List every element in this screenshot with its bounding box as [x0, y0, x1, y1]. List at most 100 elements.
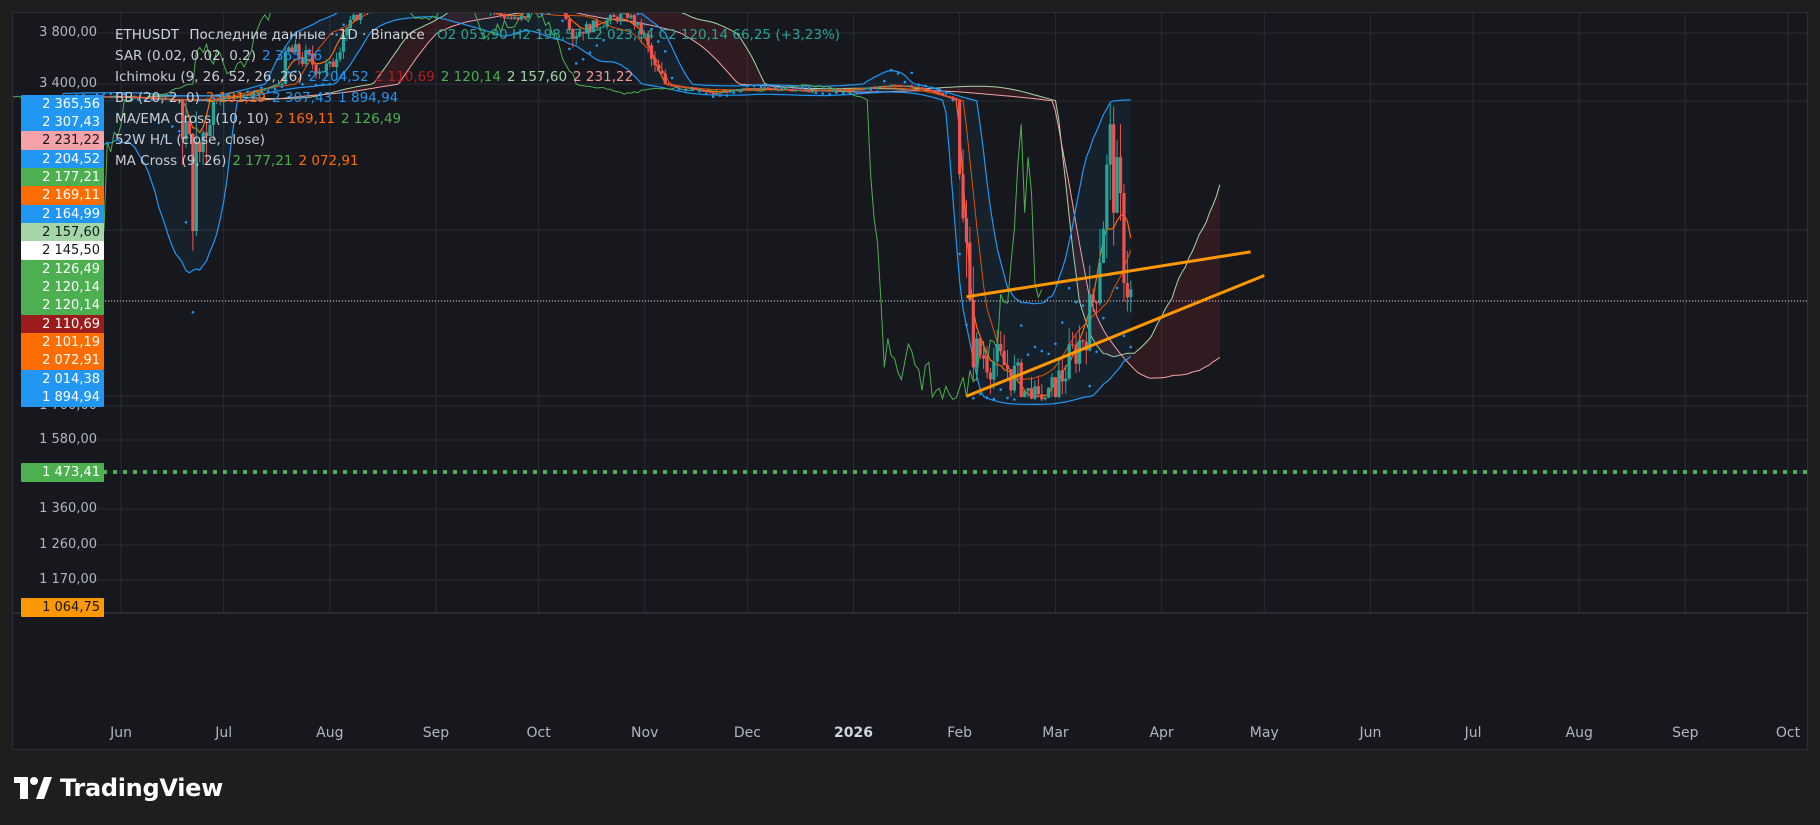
candle-body [564, 13, 568, 20]
sar-dot [876, 90, 879, 93]
price-tag: 2 365,56 [21, 95, 104, 114]
sar-dot [1013, 398, 1016, 401]
legend-indicator-value: 2 169,11 [274, 111, 336, 127]
legend-indicator-name: MA/EMA Cross (10, 10) [115, 111, 269, 127]
time-axis-label: Aug [1565, 725, 1593, 741]
candle-body [944, 95, 948, 97]
candle-body [961, 174, 965, 219]
sar-dot [896, 72, 900, 75]
candle-body [629, 15, 633, 18]
legend-row[interactable]: MA/EMA Cross (10, 10) 2 169,11 2 126,49 [115, 109, 840, 130]
sar-dot [191, 310, 195, 314]
legend-indicator-value: 2 110,69 [374, 69, 435, 85]
legend-indicator-name: MA Cross (9, 26) [115, 153, 227, 169]
candle-body [626, 13, 630, 18]
sar-dot [1026, 353, 1030, 356]
price-tag: 2 307,43 [21, 113, 104, 132]
sar-dot [1088, 384, 1092, 388]
price-tag: 2 120,14 [21, 278, 104, 297]
legend-row[interactable]: Ichimoku (9, 26, 52, 26, 26) 2 204,52 2 11… [115, 67, 840, 88]
candle-body [906, 85, 910, 87]
candle-body [875, 87, 880, 89]
candle-body [927, 89, 931, 91]
legend-indicator-value: 2 365,56 [262, 48, 323, 64]
price-axis-label: 1 170,00 [39, 572, 97, 587]
time-axis-label: Jun [1359, 725, 1382, 741]
candle-body [988, 372, 993, 380]
price-axis-label: 3 800,00 [39, 25, 97, 40]
candle-body [513, 17, 517, 19]
candle-body [1047, 387, 1051, 398]
legend-row[interactable]: SAR (0.02, 0.02, 0.2) 2 365,56 [115, 46, 840, 67]
price-tag: 2 101,19 [21, 333, 104, 352]
sar-dot [1074, 300, 1078, 304]
candle-body [1115, 157, 1119, 213]
candle-body [612, 15, 616, 17]
candle-body [845, 90, 849, 92]
legend-row[interactable]: BB (20, 2, 0) 2 101,19 2 307,43 1 894,94 [115, 88, 840, 109]
legend-row[interactable]: MA Cross (9, 26) 2 177,21 2 072,91 [115, 151, 840, 172]
candle-body [978, 338, 982, 356]
sar-dot [1067, 286, 1071, 290]
legend-main-row[interactable]: ETHUSDT Последние данные · 1D · Binance … [115, 25, 840, 46]
candle-body [964, 218, 969, 243]
legend-indicator-name: 52W H/L (close, close) [115, 132, 265, 148]
candle-body [882, 86, 886, 88]
candle-body [359, 13, 363, 21]
candle-body [992, 361, 996, 380]
price-tag: 2 072,91 [21, 351, 104, 370]
indicator-legend: ETHUSDT Последние данные · 1D · Binance … [115, 25, 840, 172]
time-axis-label: Jun [110, 725, 132, 741]
time-axis-label: 2026 [834, 725, 873, 741]
sar-dot [540, 13, 544, 16]
sar-dot [848, 92, 852, 96]
price-axis-label: 3 400,00 [39, 76, 97, 91]
sar-dot [1095, 350, 1098, 354]
candle-body [509, 17, 513, 19]
candle-body [1067, 344, 1071, 379]
candle-body [892, 84, 897, 86]
candle-body [105, 96, 109, 98]
candle-body [940, 92, 945, 96]
price-axis-label: 1 360,00 [39, 501, 97, 516]
legend-indicator-value: 2 177,21 [232, 153, 293, 169]
candle-body [851, 90, 856, 92]
sar-dot [958, 252, 961, 256]
candle-body [975, 338, 979, 368]
sar-dot [1129, 345, 1133, 349]
candle-body [934, 91, 938, 93]
candle-body [954, 98, 958, 100]
price-tag: 2 126,49 [21, 260, 104, 279]
chart-area[interactable]: 3 800,003 400,001 700,001 580,001 360,00… [12, 12, 1808, 750]
candle-body [1040, 394, 1044, 400]
candle-body [848, 90, 852, 92]
legend-indicator-name: SAR (0.02, 0.02, 0.2) [115, 48, 257, 64]
legend-row[interactable]: 52W H/L (close, close) [115, 130, 840, 151]
price-tag: 2 169,11 [21, 186, 104, 205]
candle-body [499, 13, 503, 15]
candle-body [916, 86, 921, 88]
candle-body [1053, 377, 1058, 398]
tradingview-logo[interactable]: TradingView [14, 773, 223, 803]
sar-dot [109, 92, 113, 95]
candle-body [622, 13, 626, 14]
candle-body [855, 89, 859, 91]
candle-body [1098, 263, 1102, 304]
sar-dot [992, 397, 996, 401]
candle-body [523, 16, 527, 19]
candle-body [872, 86, 876, 89]
price-tag: 1 894,94 [21, 388, 104, 407]
sar-dot [1115, 286, 1119, 290]
sar-dot [1061, 321, 1064, 324]
sar-dot [1047, 352, 1050, 356]
candle-body [1094, 301, 1099, 304]
sar-dot [937, 87, 941, 91]
legend-source: Последние данные · 1D · Binance [189, 27, 425, 43]
candle-body [1023, 391, 1027, 397]
candle-body [985, 358, 989, 373]
candle-body [869, 86, 873, 88]
candle-body [865, 87, 869, 89]
legend-indicator-name: Ichimoku (9, 26, 52, 26, 26) [115, 69, 303, 85]
sar-dot [855, 91, 859, 95]
sar-dot [999, 388, 1003, 391]
